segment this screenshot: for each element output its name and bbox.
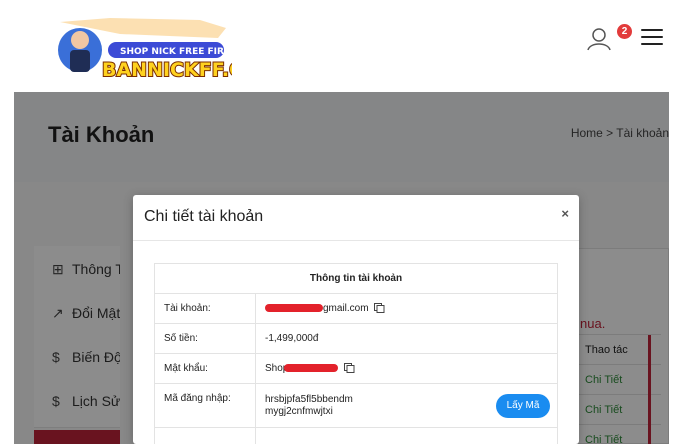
account-info-title: Thông tin tài khoản: [155, 264, 557, 294]
account-info-table: Thông tin tài khoản Tài khoản: gmail.com…: [154, 263, 558, 444]
top-header: SHOP NICK FREE FIRE BANNICKFF.COM 2: [14, 0, 669, 92]
user-icon[interactable]: [586, 26, 612, 52]
close-icon[interactable]: ×: [561, 206, 569, 221]
svg-text:SHOP NICK FREE FIRE: SHOP NICK FREE FIRE: [120, 47, 230, 57]
account-value: gmail.com: [255, 294, 558, 323]
account-row: Tài khoản: gmail.com: [155, 294, 557, 324]
svg-text:BANNICKFF.COM: BANNICKFF.COM: [102, 59, 232, 80]
login-code-label: Mã đăng nhập:: [164, 393, 231, 404]
account-email-suffix: gmail.com: [323, 303, 369, 314]
account-detail-modal: Chi tiết tài khoản × Thông tin tài khoản…: [133, 195, 579, 444]
redacted-mark: [265, 304, 323, 313]
balance-row: Số tiền: -1,499,000đ: [155, 324, 557, 354]
balance-label: Số tiền:: [164, 333, 198, 344]
extra-row: [155, 428, 557, 444]
notification-badge: 2: [617, 24, 632, 39]
password-label: Mật khẩu:: [164, 363, 208, 374]
password-row: Mật khẩu: Shop: [155, 354, 557, 384]
site-logo[interactable]: SHOP NICK FREE FIRE BANNICKFF.COM: [50, 14, 232, 80]
extra-value: [255, 428, 558, 444]
hamburger-menu-icon[interactable]: [641, 29, 663, 47]
login-code-row: Mã đăng nhập: hrsbjpfa5fl5bbendm mygj2cn…: [155, 384, 557, 428]
copy-icon[interactable]: [344, 363, 355, 374]
redacted-mark: [284, 364, 339, 373]
modal-title: Chi tiết tài khoản: [144, 208, 264, 225]
account-label: Tài khoản:: [164, 303, 211, 314]
copy-icon[interactable]: [374, 303, 385, 314]
get-code-button[interactable]: Lấy Mã: [496, 394, 550, 418]
password-value: Shop: [255, 354, 558, 383]
balance-value: -1,499,000đ: [255, 324, 558, 353]
modal-header: Chi tiết tài khoản ×: [133, 195, 579, 241]
